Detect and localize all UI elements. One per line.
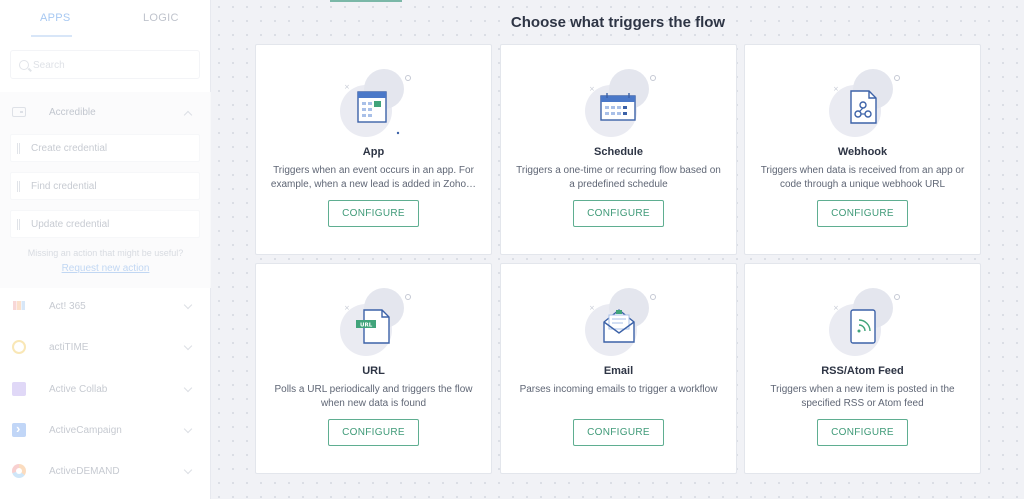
activedemand-icon: [12, 464, 26, 478]
tab-logic[interactable]: LOGIC: [143, 12, 179, 24]
sidebar-tabs: APPS LOGIC: [0, 0, 210, 40]
app-group-header[interactable]: Accredible: [0, 92, 211, 132]
configure-app-button[interactable]: CONFIGURE: [328, 200, 419, 227]
trigger-card-app[interactable]: × App Triggers when an event occurs in a…: [255, 44, 492, 255]
action-update-credential[interactable]: Update credential: [10, 210, 200, 238]
card-title: App: [362, 146, 385, 158]
trigger-card-url[interactable]: × URL URL Polls a URL periodically and t…: [255, 263, 492, 474]
app-label: ActiveCampaign: [49, 425, 122, 436]
card-title: Email: [603, 365, 634, 377]
card-title: Webhook: [837, 146, 888, 158]
trigger-card-rss-atom-feed[interactable]: × RSS/Atom Feed Triggers when a new item…: [744, 263, 981, 474]
app-group-accredible: Accredible Create credential Find creden…: [0, 92, 211, 288]
action-find-credential[interactable]: Find credential: [10, 172, 200, 200]
drag-handle-icon[interactable]: [17, 181, 20, 192]
chevron-down-icon[interactable]: [183, 465, 193, 475]
app-group-title: Accredible: [49, 107, 96, 118]
svg-text:×: ×: [589, 85, 595, 93]
card-description: Polls a URL periodically and triggers th…: [274, 384, 473, 409]
chevron-down-icon[interactable]: [183, 424, 193, 434]
app-label: ActiveDEMAND: [49, 466, 120, 477]
app-label: Act! 365: [49, 301, 86, 312]
chevron-down-icon[interactable]: [183, 300, 193, 310]
svg-text:×: ×: [833, 304, 839, 312]
sidebar-item-act-365[interactable]: Act! 365: [0, 288, 211, 328]
action-create-credential[interactable]: Create credential: [10, 134, 200, 162]
card-description: Parses incoming emails to trigger a work…: [519, 384, 718, 395]
missing-action-text: Missing an action that might be useful?: [27, 248, 184, 258]
svg-text:×: ×: [344, 304, 350, 312]
card-description: Triggers when data is received from an a…: [760, 165, 965, 190]
app-window-icon: ×: [340, 69, 411, 137]
trigger-card-webhook[interactable]: × Webhook Triggers when data is received…: [744, 44, 981, 255]
card-title: Schedule: [594, 146, 643, 158]
act-365-icon: [12, 299, 26, 313]
activecampaign-icon: [12, 421, 26, 437]
card-description: Triggers when a new item is posted in th…: [770, 384, 955, 409]
configure-schedule-button[interactable]: CONFIGURE: [573, 200, 664, 227]
card-title: RSS/Atom Feed: [821, 365, 904, 377]
page-title: Choose what triggers the flow: [510, 14, 726, 31]
sidebar-item-actitime[interactable]: actiTIME: [0, 329, 211, 369]
trigger-card-email[interactable]: × Email Parses incoming emails to trigge…: [500, 263, 737, 474]
chevron-up-icon[interactable]: [183, 110, 193, 120]
configure-email-button[interactable]: CONFIGURE: [573, 419, 664, 446]
sidebar-item-activecampaign[interactable]: ActiveCampaign: [0, 412, 211, 452]
credit-card-icon: [12, 107, 26, 117]
trigger-canvas: Choose what triggers the flow × App Trig…: [212, 0, 1024, 499]
drag-handle-icon[interactable]: [17, 143, 20, 154]
envelope-icon: ×: [585, 288, 656, 356]
card-description: Triggers a one-time or recurring flow ba…: [516, 165, 721, 190]
request-new-action-link[interactable]: Request new action: [0, 263, 211, 274]
configure-rss-atom-feed-button[interactable]: CONFIGURE: [817, 419, 908, 446]
top-progress-bar: [330, 0, 402, 2]
search-icon: [19, 60, 29, 70]
svg-text:×: ×: [589, 304, 595, 312]
drag-handle-icon[interactable]: [17, 219, 20, 230]
active-tab-indicator: [31, 35, 72, 37]
svg-text:×: ×: [344, 83, 350, 91]
actitime-icon: [12, 340, 26, 354]
chevron-down-icon[interactable]: [183, 383, 193, 393]
search-box[interactable]: [10, 50, 200, 79]
action-label: Create credential: [31, 143, 108, 154]
tab-apps[interactable]: APPS: [40, 12, 71, 24]
action-label: Update credential: [31, 219, 110, 230]
card-title: URL: [362, 365, 385, 377]
url-file-icon: × URL: [340, 288, 411, 356]
configure-url-button[interactable]: CONFIGURE: [328, 419, 419, 446]
rss-feed-icon: ×: [829, 288, 900, 356]
sidebar: APPS LOGIC Accredible Create credential …: [0, 0, 211, 499]
card-description: Triggers when an event occurs in an app.…: [270, 165, 477, 190]
webhook-icon: ×: [829, 69, 900, 137]
sidebar-item-activedemand[interactable]: ActiveDEMAND: [0, 453, 211, 493]
action-label: Find credential: [31, 181, 97, 192]
search-input[interactable]: [33, 57, 193, 73]
app-label: Active Collab: [49, 384, 108, 395]
calendar-icon: ×: [585, 69, 656, 137]
active-collab-icon: [12, 382, 26, 396]
svg-text:×: ×: [833, 85, 839, 93]
app-label: actiTIME: [49, 342, 89, 353]
configure-webhook-button[interactable]: CONFIGURE: [817, 200, 908, 227]
chevron-down-icon[interactable]: [183, 341, 193, 351]
trigger-card-schedule[interactable]: × Schedule Triggers a one-time or recurr…: [500, 44, 737, 255]
sidebar-item-active-collab[interactable]: Active Collab: [0, 371, 211, 411]
svg-text:URL: URL: [360, 323, 373, 329]
